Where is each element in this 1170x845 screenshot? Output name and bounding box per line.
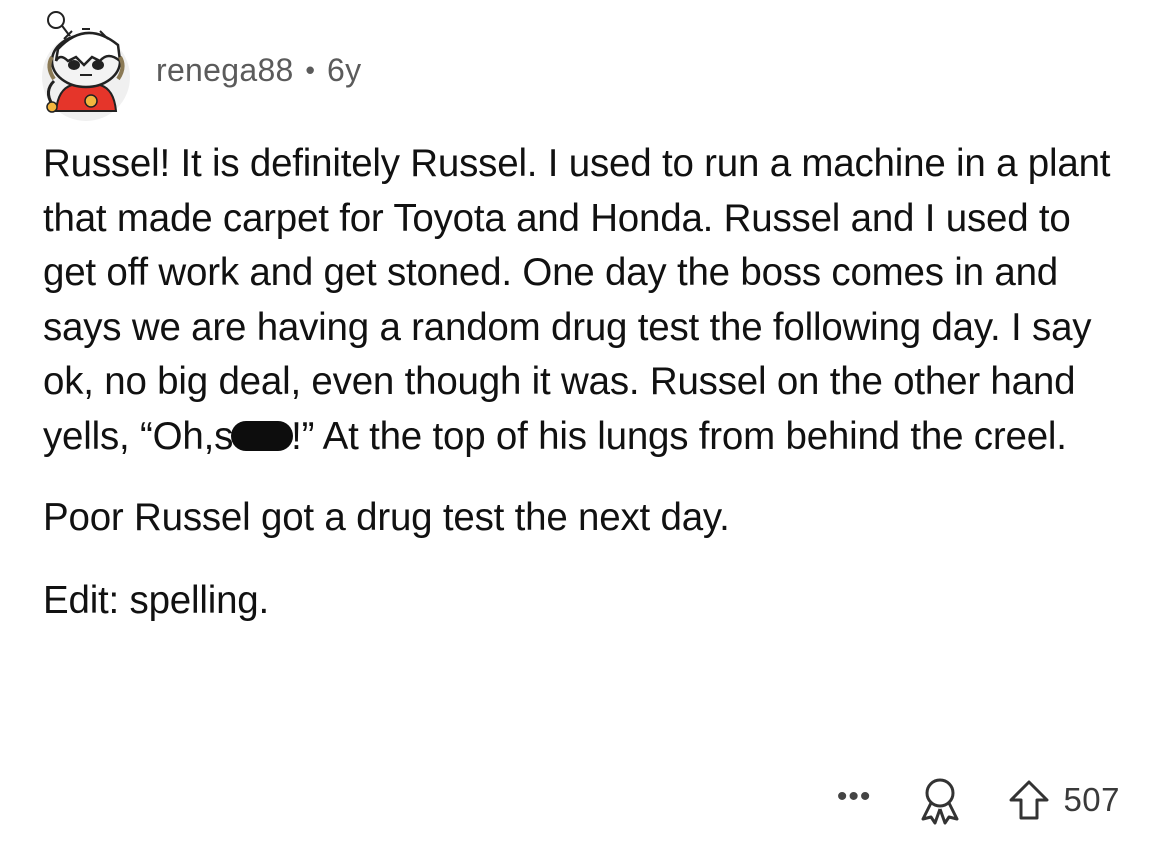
vote-score: 507 (1063, 781, 1120, 818)
meta-separator: • (305, 54, 316, 85)
redaction-mark (231, 420, 294, 451)
comment-paragraph: Poor Russel got a drug test the next day… (43, 496, 730, 539)
comment-header: renega88 • 6y (34, 0, 361, 130)
comment-text-after-redaction: !” At the top of his lungs from behind t… (291, 414, 1067, 458)
comment-body: Russel! It is definitely Russel. I used … (43, 137, 1143, 628)
award-ribbon-icon[interactable] (915, 775, 965, 825)
comment-paragraph: Edit: spelling. (43, 578, 269, 622)
comment-actions: ••• 507 (837, 770, 1120, 830)
comment-text-before-redaction: Russel! It is definitely Russel. I used … (43, 142, 1111, 458)
comment-meta: renega88 • 6y (156, 52, 361, 89)
author-username[interactable]: renega88 (156, 52, 294, 89)
snoo-avatar-icon[interactable] (34, 9, 134, 121)
comment-age: 6y (327, 51, 362, 88)
more-options-button[interactable]: ••• (837, 780, 872, 814)
comment-paragraph: Russel! It is definitely Russel. I used … (43, 137, 1128, 464)
upvote-arrow-icon[interactable] (1007, 778, 1051, 822)
